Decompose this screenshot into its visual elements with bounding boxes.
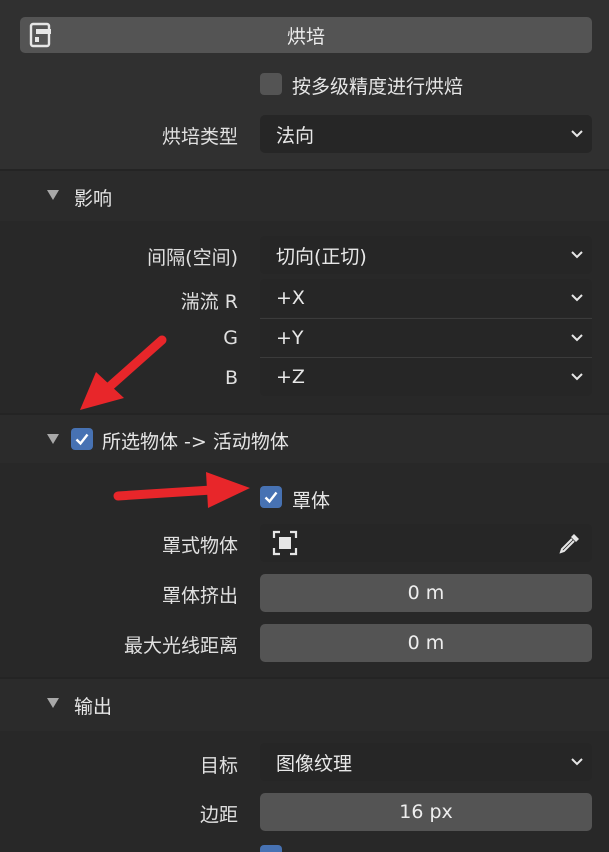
swizzle-r-label: 湍流 R (180, 291, 238, 313)
target-value: 图像纹理 (276, 752, 353, 775)
swizzle-b-label: B (224, 367, 238, 389)
selected-to-active-checkbox[interactable] (71, 428, 93, 450)
collapse-triangle-icon (47, 698, 59, 708)
cage-extrusion-label: 罩体挤出 (161, 585, 238, 607)
output-title: 输出 (74, 696, 113, 718)
bake-button-label: 烘培 (286, 25, 325, 48)
object-icon (272, 530, 298, 556)
swizzle-b-value: +Z (276, 366, 305, 388)
max-ray-distance-label: 最大光线距离 (123, 635, 238, 657)
chevron-down-icon (571, 334, 583, 342)
chevron-down-icon (571, 130, 583, 138)
chevron-down-icon (571, 758, 583, 766)
cage-object-field[interactable] (260, 524, 592, 562)
swizzle-b-dropdown[interactable]: +Z (260, 358, 592, 396)
cage-extrusion-value: 0 m (407, 582, 445, 604)
cage-checkbox[interactable] (260, 486, 282, 508)
multires-label: 按多级精度进行烘焙 (292, 76, 464, 98)
selected-to-active-title: 所选物体 -> 活动物体 (102, 431, 289, 453)
influence-title: 影响 (74, 188, 113, 210)
partial-checkbox[interactable] (260, 845, 282, 852)
margin-value: 16 px (399, 801, 453, 823)
bake-type-label: 烘培类型 (161, 126, 238, 148)
max-ray-distance-field[interactable]: 0 m (260, 624, 592, 662)
chevron-down-icon (571, 294, 583, 302)
bake-render-icon (29, 22, 51, 48)
cage-extrusion-field[interactable]: 0 m (260, 574, 592, 612)
margin-field[interactable]: 16 px (260, 793, 592, 831)
space-label: 间隔(空间) (147, 247, 238, 269)
space-dropdown[interactable]: 切向(正切) (260, 236, 592, 274)
bake-type-dropdown[interactable]: 法向 (260, 115, 592, 153)
collapse-triangle-icon (47, 190, 59, 200)
multires-checkbox[interactable] (260, 73, 282, 95)
target-dropdown[interactable]: 图像纹理 (260, 743, 592, 781)
space-value: 切向(正切) (276, 245, 367, 268)
bake-button[interactable]: 烘培 (20, 17, 592, 53)
checkmark-icon (75, 433, 89, 446)
collapse-triangle-icon (47, 434, 59, 444)
selected-to-active-header[interactable]: 所选物体 -> 活动物体 (0, 415, 609, 463)
bake-type-value: 法向 (276, 124, 315, 147)
influence-header[interactable]: 影响 (0, 171, 609, 227)
margin-label: 边距 (199, 804, 238, 826)
output-header[interactable]: 输出 (0, 679, 609, 731)
swizzle-g-dropdown[interactable]: +Y (260, 319, 592, 357)
swizzle-g-label: G (223, 327, 238, 349)
cage-label: 罩体 (292, 490, 331, 512)
swizzle-g-value: +Y (276, 327, 304, 349)
swizzle-r-value: +X (276, 287, 305, 309)
swizzle-r-dropdown[interactable]: +X (260, 279, 592, 317)
chevron-down-icon (571, 373, 583, 381)
checkmark-icon (264, 491, 278, 504)
chevron-down-icon (571, 251, 583, 259)
target-label: 目标 (199, 755, 238, 777)
eyedropper-icon[interactable] (558, 531, 582, 555)
max-ray-distance-value: 0 m (407, 632, 445, 654)
cage-object-label: 罩式物体 (161, 535, 238, 557)
